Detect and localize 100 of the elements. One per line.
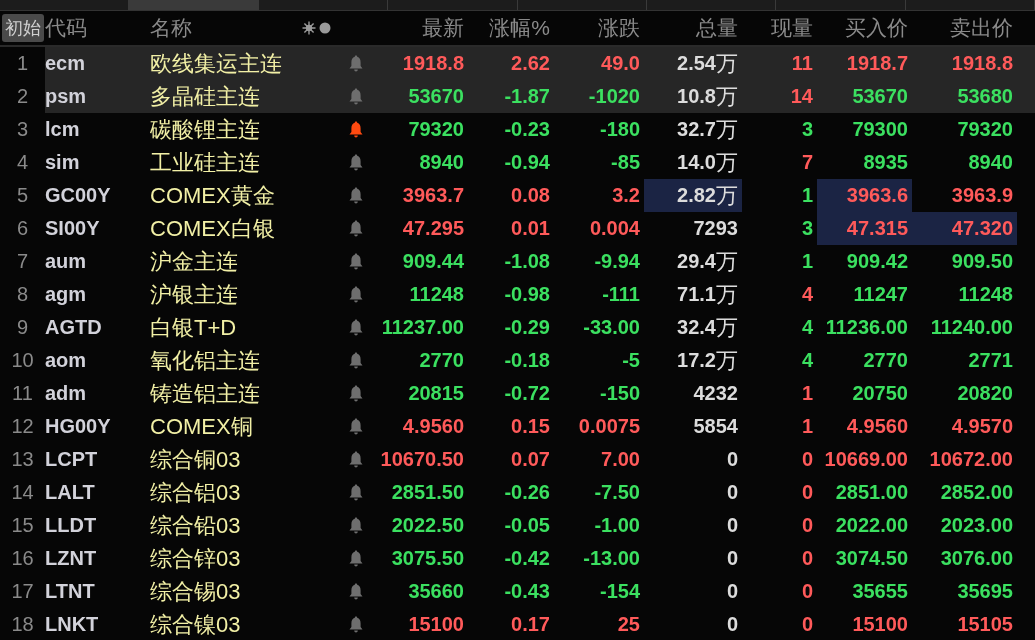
ask-price: 35695	[956, 579, 1014, 604]
total-volume: 0	[725, 579, 739, 604]
quote-row[interactable]: 10 aom 氧化铝主连 2770 -0.18 -5 17.2万 4 2770 2771	[0, 344, 1035, 377]
bid-price: 2022.00	[834, 513, 909, 538]
bell-icon[interactable]	[349, 451, 363, 468]
last-price: 20815	[408, 382, 464, 405]
quote-row[interactable]: 9 AGTD 白银T+D 11237.00 -0.29 -33.00 32.4万 4 11236.00 11240.00	[0, 311, 1035, 344]
bell-icon[interactable]	[349, 319, 363, 336]
last-price: 15100	[408, 613, 464, 636]
price-change: -5	[622, 349, 640, 372]
bid-price: 53670	[851, 84, 909, 109]
row-number: 16	[11, 547, 34, 570]
quote-row[interactable]: 7 aum 沪金主连 909.44 -1.08 -9.94 29.4万 1 909.42 909.50	[0, 245, 1035, 278]
quote-row[interactable]: 2 psm 多晶硅主连 53670 -1.87 -1020 10.8万 14 53670 53680	[0, 80, 1035, 113]
bell-icon[interactable]	[349, 88, 363, 105]
bell-icon[interactable]	[349, 187, 363, 204]
total-volume: 17.2万	[676, 346, 739, 375]
quote-row[interactable]: 1 ecm 欧线集运主连 1918.8 2.62 49.0 2.54万 11 1918.7 1918.8	[0, 47, 1035, 80]
change-percent: -1.87	[504, 85, 550, 108]
instrument-name: 综合锌03	[150, 544, 241, 573]
quote-row[interactable]: 17 LTNT 综合锡03 35660 -0.43 -154 0 0 35655 35695	[0, 575, 1035, 608]
bell-icon[interactable]	[349, 550, 363, 567]
total-volume: 0	[725, 546, 739, 571]
change-percent: -0.72	[504, 382, 550, 405]
total-volume: 32.4万	[676, 313, 739, 342]
bell-icon[interactable]	[349, 55, 363, 72]
total-volume: 5854	[692, 414, 739, 439]
instrument-name: 工业硅主连	[150, 148, 260, 177]
current-volume: 0	[801, 580, 813, 603]
current-volume: 4	[801, 349, 813, 372]
instrument-name: 综合镍03	[150, 610, 241, 639]
total-volume: 71.1万	[676, 280, 739, 309]
current-volume: 3	[801, 217, 813, 240]
symbol-code: LLDT	[45, 514, 97, 537]
ask-price: 909.50	[950, 249, 1014, 274]
total-volume: 4232	[692, 381, 739, 406]
last-price: 2851.50	[391, 481, 464, 504]
bell-icon[interactable]	[349, 286, 363, 303]
bell-icon[interactable]	[349, 352, 363, 369]
row-number: 11	[12, 382, 33, 405]
quote-row[interactable]: 12 HG00Y COMEX铜 4.9560 0.15 0.0075 5854 1 4.9560 4.9570	[0, 410, 1035, 443]
quote-row[interactable]: 6 SI00Y COMEX白银 47.295 0.01 0.004 7293 3 47.315 47.320	[0, 212, 1035, 245]
bell-icon[interactable]	[349, 220, 363, 237]
quote-row[interactable]: 5 GC00Y COMEX黄金 3963.7 0.08 3.2 2.82万 1 3963.6 3963.9	[0, 179, 1035, 212]
quote-row[interactable]: 14 LALT 综合铝03 2851.50 -0.26 -7.50 0 0 2851.00 2852.00	[0, 476, 1035, 509]
bell-icon[interactable]	[349, 517, 363, 534]
price-change: -13.00	[583, 547, 640, 570]
row-number: 5	[16, 184, 29, 207]
ask-price: 79320	[956, 117, 1014, 142]
column-header[interactable]: 买入价	[845, 14, 908, 42]
last-price: 909.44	[402, 250, 464, 273]
row-number: 13	[11, 448, 34, 471]
ask-price: 3963.9	[950, 183, 1014, 208]
bell-icon[interactable]	[349, 253, 363, 270]
instrument-name: 综合铜03	[150, 445, 241, 474]
current-volume: 3	[801, 118, 813, 141]
column-header[interactable]: 涨幅%	[489, 14, 550, 42]
quote-row[interactable]: 11 adm 铸造铝主连 20815 -0.72 -150 4232 1 20750 20820	[0, 377, 1035, 410]
instrument-name: COMEX白银	[150, 214, 275, 243]
bell-icon[interactable]	[349, 385, 363, 402]
instrument-name: 沪银主连	[150, 280, 238, 309]
last-price: 11248	[409, 283, 464, 306]
row-number: 7	[16, 250, 29, 273]
current-volume: 0	[801, 613, 813, 636]
price-change: 0.0075	[578, 415, 640, 438]
current-volume: 4	[801, 283, 813, 306]
column-header[interactable]: 卖出价	[950, 14, 1013, 42]
column-header[interactable]: 名称	[150, 14, 192, 42]
bell-icon[interactable]	[349, 583, 363, 600]
column-header[interactable]: 代码	[45, 14, 87, 42]
total-volume: 7293	[692, 216, 739, 241]
change-percent: -0.42	[504, 547, 550, 570]
reset-button[interactable]: 初始	[1, 14, 44, 42]
quote-row[interactable]: 13 LCPT 综合铜03 10670.50 0.07 7.00 0 0 10669.00 10672.00	[0, 443, 1035, 476]
quote-row[interactable]: 15 LLDT 综合铅03 2022.50 -0.05 -1.00 0 0 2022.00 2023.00	[0, 509, 1035, 542]
column-header[interactable]: 现量	[771, 14, 813, 42]
bell-icon[interactable]	[349, 616, 363, 633]
column-header[interactable]: 涨跌	[598, 14, 640, 42]
bid-price: 2770	[862, 348, 909, 373]
column-header[interactable]: 最新	[422, 14, 464, 42]
ask-price: 3076.00	[939, 546, 1014, 571]
bell-icon[interactable]	[349, 154, 363, 171]
quote-row[interactable]: 3 lcm 碳酸锂主连 79320 -0.23 -180 32.7万 3 79300 79320	[0, 113, 1035, 146]
bid-price: 35655	[851, 579, 909, 604]
quote-row[interactable]: 16 LZNT 综合锌03 3075.50 -0.42 -13.00 0 0 3074.50 3076.00	[0, 542, 1035, 575]
instrument-name: 综合铅03	[150, 511, 241, 540]
quote-row[interactable]: 18 LNKT 综合镍03 15100 0.17 25 0 0 15100 15105	[0, 608, 1035, 640]
bell-icon[interactable]	[349, 121, 363, 138]
bell-icon[interactable]	[349, 484, 363, 501]
change-percent: -0.43	[504, 580, 550, 603]
instrument-name: 碳酸锂主连	[150, 115, 260, 144]
total-volume: 29.4万	[676, 247, 739, 276]
quote-row[interactable]: 4 sim 工业硅主连 8940 -0.94 -85 14.0万 7 8935 8940	[0, 146, 1035, 179]
symbol-code: HG00Y	[45, 415, 111, 438]
bid-price: 4.9560	[845, 414, 909, 439]
price-change: 7.00	[601, 448, 640, 471]
bid-price: 11236.00	[824, 315, 909, 340]
column-header[interactable]: 总量	[696, 14, 738, 42]
bell-icon[interactable]	[349, 418, 363, 435]
quote-row[interactable]: 8 agm 沪银主连 11248 -0.98 -111 71.1万 4 11247 11248	[0, 278, 1035, 311]
